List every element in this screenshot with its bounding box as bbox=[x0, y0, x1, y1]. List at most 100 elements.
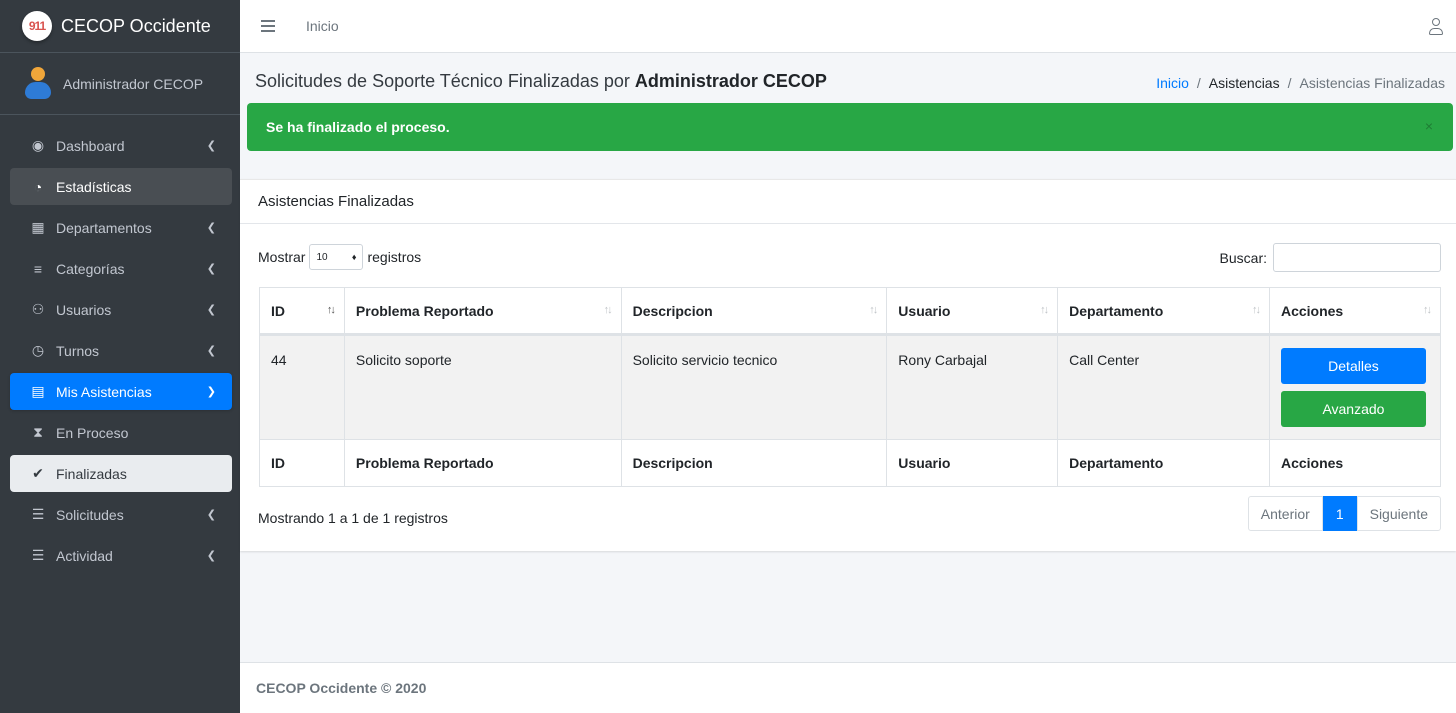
chevron-left-icon: ❮ bbox=[206, 222, 216, 234]
pagination-next[interactable]: Siguiente bbox=[1356, 496, 1441, 531]
brand-link[interactable]: 911 CECOP Occidente bbox=[0, 0, 240, 53]
footer-header-id: ID bbox=[259, 439, 345, 487]
cell-problema: Solicito soporte bbox=[343, 334, 622, 440]
user-icon[interactable] bbox=[1429, 18, 1443, 36]
chevron-left-icon: ❮ bbox=[206, 263, 216, 275]
user-panel[interactable]: Administrador CECOP bbox=[0, 53, 240, 115]
sidebar-item-en-proceso[interactable]: ⧗ En Proceso bbox=[10, 414, 232, 451]
page-title: Solicitudes de Soporte Técnico Finalizad… bbox=[255, 71, 827, 91]
advanced-button[interactable]: Avanzado bbox=[1280, 391, 1426, 427]
sidebar-item-label: Estadísticas bbox=[56, 178, 132, 195]
list-bars-icon: ≡ bbox=[33, 260, 43, 277]
cell-acciones: Detalles Avanzado bbox=[1268, 334, 1442, 440]
breadcrumb-inicio[interactable]: Inicio bbox=[1156, 75, 1189, 91]
list-icon: ☰ bbox=[31, 506, 45, 522]
sidebar-item-label: Categorías bbox=[56, 260, 125, 277]
sort-icon: ↑↓ bbox=[603, 304, 613, 316]
column-header-departamento[interactable]: Departamento ↑↓ bbox=[1057, 287, 1270, 336]
alert-message: Se ha finalizado el proceso. bbox=[266, 119, 450, 135]
sidebar-item-label: Actividad bbox=[56, 547, 113, 564]
column-header-descripcion[interactable]: Descripcion ↑↓ bbox=[620, 287, 888, 336]
building-icon: ▦ bbox=[31, 219, 45, 235]
user-name: Administrador CECOP bbox=[63, 75, 204, 92]
sidebar-item-label: Departamentos bbox=[56, 219, 152, 236]
chevron-left-icon: ❮ bbox=[206, 509, 216, 521]
hourglass-icon: ⧗ bbox=[33, 424, 43, 440]
cell-descripcion: Solicito servicio tecnico bbox=[620, 334, 888, 440]
brand-logo: 911 bbox=[22, 11, 52, 41]
cell-usuario: Rony Carbajal bbox=[886, 334, 1059, 440]
sort-select-icon: ♦ bbox=[351, 252, 357, 262]
chevron-left-icon: ❮ bbox=[206, 550, 216, 562]
sidebar-item-label: Finalizadas bbox=[56, 465, 127, 482]
pagination: Anterior 1 Siguiente bbox=[1247, 496, 1441, 531]
avatar bbox=[24, 66, 52, 101]
chevron-down-icon: ❯ bbox=[206, 386, 216, 398]
sidebar-item-label: En Proceso bbox=[56, 424, 129, 441]
check-icon: ✔ bbox=[32, 465, 44, 481]
footer-header-problema: Problema Reportado bbox=[343, 439, 622, 487]
sidebar-item-solicitudes[interactable]: ☰ Solicitudes ❮ bbox=[10, 496, 232, 533]
chevron-left-icon: ❮ bbox=[206, 345, 216, 357]
footer-header-departamento: Departamento bbox=[1057, 439, 1270, 487]
page-footer: CECOP Occidente © 2020 bbox=[240, 662, 1456, 713]
search-input[interactable] bbox=[1273, 243, 1441, 272]
page-length-select[interactable]: 10 ♦ bbox=[309, 244, 364, 270]
column-header-usuario[interactable]: Usuario ↑↓ bbox=[886, 287, 1059, 336]
sidebar: 911 CECOP Occidente Administrador CECOP … bbox=[0, 0, 240, 713]
page-length-control: Mostrar 10 ♦ registros bbox=[258, 244, 421, 270]
table-info: Mostrando 1 a 1 de 1 registros bbox=[258, 510, 448, 526]
sort-icon: ↑↓ bbox=[1251, 304, 1261, 316]
sidebar-item-turnos[interactable]: ◷ Turnos ❮ bbox=[10, 332, 232, 369]
pagination-previous[interactable]: Anterior bbox=[1247, 496, 1323, 531]
cell-departamento: Call Center bbox=[1057, 334, 1270, 440]
clipboard-icon: ▤ bbox=[31, 383, 45, 399]
sidebar-item-label: Turnos bbox=[56, 342, 100, 359]
sidebar-item-categorias[interactable]: ≡ Categorías ❮ bbox=[10, 250, 232, 287]
footer-header-descripcion: Descripcion bbox=[620, 439, 888, 487]
sidebar-item-mis-asistencias[interactable]: ▤ Mis Asistencias ❯ bbox=[10, 373, 232, 410]
nav-link-inicio[interactable]: Inicio bbox=[306, 18, 339, 34]
sidebar-item-departamentos[interactable]: ▦ Departamentos ❮ bbox=[10, 209, 232, 246]
cell-id: 44 bbox=[259, 334, 345, 440]
sidebar-item-dashboard[interactable]: ◉ Dashboard ❮ bbox=[10, 127, 232, 164]
sort-icon: ↑↓ bbox=[869, 304, 878, 316]
sort-icon: ↑↓ bbox=[1423, 304, 1432, 316]
sort-icon: ↑↓ bbox=[1040, 304, 1049, 316]
footer-header-acciones: Acciones bbox=[1268, 439, 1442, 487]
sidebar-item-usuarios[interactable]: ⚇ Usuarios ❮ bbox=[10, 291, 232, 328]
table-row: 44 Solicito soporte Solicito servicio te… bbox=[259, 334, 1442, 440]
sidebar-nav: ◉ Dashboard ❮ ◔ Estadísticas ▦ Departame… bbox=[0, 115, 240, 574]
column-header-problema[interactable]: Problema Reportado ↑↓ bbox=[343, 287, 622, 336]
chevron-left-icon: ❮ bbox=[206, 304, 216, 316]
sidebar-item-actividad[interactable]: ☰ Actividad ❮ bbox=[10, 537, 232, 574]
breadcrumb: Inicio / Asistencias / Asistencias Finalizad… bbox=[1156, 75, 1445, 91]
asistencias-card: Asistencias Finalizadas Mostrar 10 ♦ reg… bbox=[240, 179, 1456, 551]
sidebar-item-label: Dashboard bbox=[56, 137, 125, 154]
close-icon[interactable]: × bbox=[1425, 118, 1433, 134]
footer-header-usuario: Usuario bbox=[886, 439, 1059, 487]
brand-name: CECOP Occidente bbox=[61, 15, 211, 36]
sidebar-item-label: Solicitudes bbox=[56, 506, 124, 523]
pagination-page-1[interactable]: 1 bbox=[1322, 496, 1357, 531]
column-header-id[interactable]: ID ↑↓ bbox=[259, 287, 345, 336]
sidebar-item-label: Mis Asistencias bbox=[56, 383, 152, 400]
tachometer-icon: ◉ bbox=[31, 137, 45, 153]
sidebar-item-finalizadas[interactable]: ✔ Finalizadas bbox=[10, 455, 232, 492]
hamburger-menu-icon[interactable] bbox=[261, 20, 275, 32]
sidebar-item-estadisticas[interactable]: ◔ Estadísticas bbox=[10, 168, 232, 205]
clock-icon: ◷ bbox=[31, 342, 45, 358]
success-alert: Se ha finalizado el proceso. × bbox=[247, 103, 1453, 151]
breadcrumb-asistencias[interactable]: Asistencias bbox=[1209, 75, 1280, 91]
search-control: Buscar: bbox=[1220, 243, 1441, 272]
sidebar-item-label: Usuarios bbox=[56, 301, 112, 318]
top-navbar: Inicio bbox=[240, 0, 1456, 53]
pie-chart-icon: ◔ bbox=[33, 178, 43, 195]
sort-icon: ↑↓ bbox=[326, 304, 336, 316]
align-left-icon: ☰ bbox=[31, 547, 45, 563]
card-title: Asistencias Finalizadas bbox=[240, 180, 1456, 224]
search-label: Buscar: bbox=[1219, 249, 1267, 266]
column-header-acciones[interactable]: Acciones ↑↓ bbox=[1268, 287, 1442, 336]
details-button[interactable]: Detalles bbox=[1280, 348, 1426, 384]
asistencias-table: ID ↑↓ Problema Reportado ↑↓ Descripcion ↑↓ … bbox=[259, 287, 1442, 487]
